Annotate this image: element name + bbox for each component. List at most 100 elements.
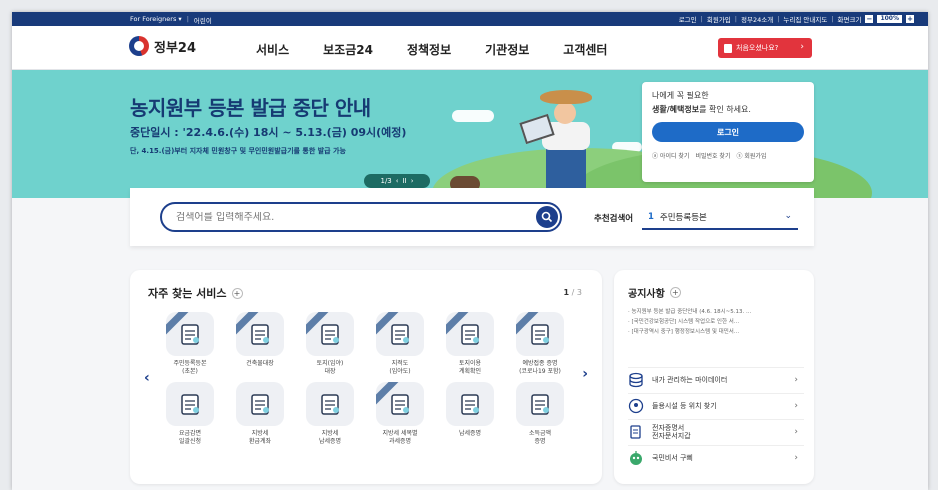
find-id-link[interactable]: ⓐ 아이디 찾기: [652, 151, 689, 160]
pager-next-button[interactable]: ›: [411, 177, 414, 185]
service-item[interactable]: 지방세 환급계좌: [226, 382, 294, 446]
tax-stack-icon: [446, 382, 494, 426]
vaccine-doc-icon: [516, 312, 564, 356]
wallet-doc-icon: [628, 424, 644, 440]
chevron-right-icon: ›: [800, 42, 804, 52]
services-grid: 주민등록등본 (초본) 건축물대장 토지(임야) 대장 지적도 (임야도) 토지이용 계…: [156, 312, 576, 446]
find-password-link[interactable]: 비밀번호 찾기: [695, 151, 730, 160]
login-button[interactable]: 로그인: [652, 122, 804, 142]
cloud-decoration: [452, 110, 494, 122]
zoom-value: 100%: [877, 15, 902, 23]
login-line1: 나에게 꼭 필요한: [652, 91, 709, 100]
service-item[interactable]: 예방접종 증명 (코로나19 포함): [506, 312, 574, 376]
recommend-rank: 1: [648, 212, 654, 222]
kids-link[interactable]: 어린이: [194, 15, 212, 25]
first-visit-label: 처음오셨나요?: [736, 44, 779, 52]
service-label: 지방세 납세증명: [318, 430, 342, 445]
login-link[interactable]: 로그인: [679, 14, 697, 24]
divider: |: [700, 15, 703, 23]
laptop-money-icon: [236, 382, 284, 426]
quick-link-wallet[interactable]: 전자증명서 전자문서지갑 ›: [628, 419, 804, 443]
service-label: 주민등록등본 (초본): [173, 360, 207, 375]
search-button[interactable]: [536, 206, 558, 228]
zoom-label: 화면크기: [837, 16, 862, 24]
services-prev-button[interactable]: ‹: [144, 370, 150, 386]
service-item[interactable]: 지방세 납세증명: [296, 382, 364, 446]
map-pin-route-icon: [446, 312, 494, 356]
zoom-in-button[interactable]: +: [906, 15, 914, 23]
pager-prev-button[interactable]: ‹: [396, 177, 399, 185]
service-label: 토지이용 계획확인: [458, 360, 482, 375]
service-label: 납세증명: [458, 430, 482, 437]
site-header: 정부24 서비스 보조금24 정책정보 기관정보 고객센터 처음오셨나요? ›: [12, 26, 928, 70]
notice-item[interactable]: · 농지원부 등본 발급 중단안내 (4.6. 18시~5.13. ...: [628, 307, 804, 317]
service-item[interactable]: 주민등록등본 (초본): [156, 312, 224, 376]
first-visit-button[interactable]: 처음오셨나요? ›: [718, 38, 812, 58]
income-doc-icon: [516, 382, 564, 426]
service-label: 지적도 (임야도): [389, 360, 411, 375]
utility-bar: For Foreigners ▾ | 어린이 로그인 | 회원가입 | 정부24…: [12, 12, 928, 26]
service-label: 지방세 환급계좌: [248, 430, 272, 445]
service-label: 요금감면 일괄신청: [178, 430, 202, 445]
services-next-button[interactable]: ›: [582, 366, 588, 382]
signup-link[interactable]: 회원가입: [707, 14, 731, 24]
signup-panel-link[interactable]: ⓢ 회원가입: [736, 151, 766, 160]
service-item[interactable]: 토지(임야) 대장: [296, 312, 364, 376]
quick-link-label: 내가 관리하는 마이데이터: [652, 375, 728, 384]
service-item[interactable]: 요금감면 일괄신청: [156, 382, 224, 446]
service-label: 소득금액 증명: [528, 430, 552, 445]
notice-more-button[interactable]: +: [669, 287, 681, 298]
service-item[interactable]: 건축물대장: [226, 312, 294, 376]
quick-link-mydata[interactable]: 내가 관리하는 마이데이터 ›: [628, 367, 804, 391]
service-item[interactable]: 토지이용 계획확인: [436, 312, 504, 376]
sitemap-link[interactable]: 누리집 안내지도: [783, 14, 827, 24]
login-line2: 생활/혜택정보를 확인 하세요.: [652, 105, 751, 114]
notice-item[interactable]: · [대구광역시 중구] 행정정보시스템 및 대민서...: [628, 327, 804, 337]
services-more-button[interactable]: +: [231, 287, 243, 299]
chart-search-icon: [376, 382, 424, 426]
pager-pause-button[interactable]: II: [403, 177, 407, 185]
map-pin-icon: [306, 312, 354, 356]
service-label: 지방세 세목별 과세증명: [382, 430, 418, 445]
banner-subtitle: 중단일시 : '22.4.6.(수) 18시 ~ 5.13.(금) 09시(예정…: [130, 126, 407, 139]
chevron-right-icon: ›: [794, 400, 798, 411]
logo-text: 정부24: [154, 40, 197, 56]
nav-agency[interactable]: 기관정보: [485, 41, 529, 58]
zoom-out-button[interactable]: −: [865, 15, 874, 23]
book-icon: [724, 43, 732, 53]
services-pagination: 1 / 3: [563, 288, 582, 297]
notice-card: 공지사항 + · 농지원부 등본 발급 중단안내 (4.6. 18시~5.13.…: [614, 270, 814, 484]
nav-subsidy24[interactable]: 보조금24: [323, 41, 373, 58]
service-item[interactable]: 지방세 세목별 과세증명: [366, 382, 434, 446]
service-item[interactable]: 납세증명: [436, 382, 504, 446]
taeguk-logo-icon: [129, 36, 149, 56]
services-title: 자주 찾는 서비스 +: [148, 285, 243, 301]
service-label: 토지(임야) 대장: [316, 360, 344, 375]
map-icon: [376, 312, 424, 356]
login-panel: 나에게 꼭 필요한 생활/혜택정보를 확인 하세요. 로그인 ⓐ 아이디 찾기 …: [642, 82, 814, 182]
divider: |: [186, 15, 189, 23]
bot-mascot-icon: [628, 450, 644, 466]
search-icon: [541, 211, 553, 223]
divider: |: [777, 15, 780, 23]
banner-note: 단, 4.15.(금)부터 지자체 민원창구 및 무인민원발급기를 통한 발급 …: [130, 147, 346, 155]
service-item[interactable]: 지적도 (임야도): [366, 312, 434, 376]
service-item[interactable]: 소득금액 증명: [506, 382, 574, 446]
quick-link-location[interactable]: 들용시설 등 위치 찾기 ›: [628, 393, 804, 417]
nav-policy[interactable]: 정책정보: [407, 41, 451, 58]
chevron-down-icon: ⌄: [784, 211, 792, 221]
location-pin-icon: [628, 398, 644, 414]
nav-services[interactable]: 서비스: [256, 41, 289, 58]
service-label: 예방접종 증명 (코로나19 포함): [519, 360, 561, 375]
search-box: [160, 202, 562, 232]
recommend-keyword-select[interactable]: 1 주민등록등본 ⌄: [642, 206, 798, 230]
for-foreigners-link[interactable]: For Foreigners ▾: [130, 15, 182, 25]
nav-customer-center[interactable]: 고객센터: [563, 41, 607, 58]
about-link[interactable]: 정부24소개: [741, 14, 773, 24]
tax-doc-icon: [306, 382, 354, 426]
quick-link-bot[interactable]: 국민비서 구삐 ›: [628, 445, 804, 469]
notice-item[interactable]: · [국민건강보험공단] 시스템 작업으로 인한 서...: [628, 317, 804, 327]
site-logo[interactable]: 정부24: [129, 36, 196, 56]
service-label: 건축물대장: [246, 360, 274, 367]
search-input[interactable]: [176, 211, 516, 223]
